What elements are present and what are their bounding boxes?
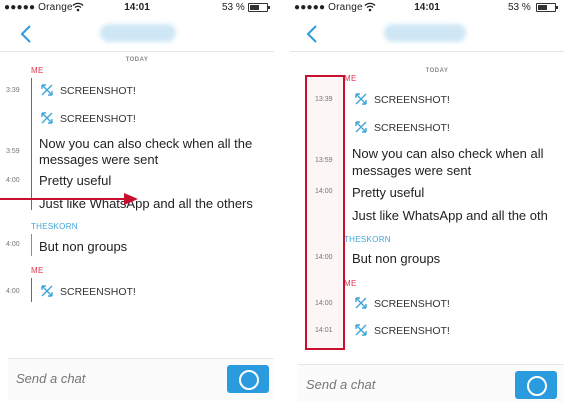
screenshot-icon bbox=[355, 121, 367, 133]
chat-message: Pretty useful bbox=[39, 173, 112, 188]
status-bar: ●●●●● Orange 14:01 53 % bbox=[290, 0, 564, 16]
chat-message: messages were sent bbox=[39, 152, 159, 167]
back-chevron-icon[interactable] bbox=[18, 24, 34, 44]
sender-label-me: ME bbox=[31, 266, 44, 275]
battery-icon bbox=[248, 3, 270, 12]
chat-message: Now you can also check when all the bbox=[39, 136, 253, 151]
contact-name-blurred[interactable] bbox=[100, 24, 176, 42]
message-timestamp: 3:59 bbox=[6, 148, 20, 155]
sender-label-theskorn: THESKORN bbox=[344, 235, 391, 244]
message-timestamp: 4:00 bbox=[6, 241, 20, 248]
message-timestamp: 3:39 bbox=[6, 87, 20, 94]
sender-bar-me bbox=[31, 278, 32, 302]
contact-name-blurred[interactable] bbox=[384, 24, 466, 42]
chat-message: messages were sent bbox=[352, 163, 472, 178]
sender-label-me: ME bbox=[344, 279, 357, 288]
day-divider: TODAY bbox=[425, 68, 449, 74]
camera-button[interactable] bbox=[227, 365, 269, 393]
chat-message: Pretty useful bbox=[352, 185, 425, 200]
chat-message: But non groups bbox=[352, 251, 441, 266]
sender-label-theskorn: THESKORN bbox=[31, 222, 78, 231]
screenshot-notice: SCREENSHOT! bbox=[374, 122, 450, 134]
screenshot-notice: SCREENSHOT! bbox=[60, 85, 136, 97]
chat-message: Now you can also check when all bbox=[352, 146, 544, 161]
screenshot-notice: SCREENSHOT! bbox=[60, 286, 136, 298]
battery-icon bbox=[536, 3, 558, 12]
screenshot-icon bbox=[355, 324, 367, 336]
battery-percentage: 53 % bbox=[222, 2, 245, 13]
sender-label-me: ME bbox=[344, 74, 357, 83]
screenshot-notice: SCREENSHOT! bbox=[374, 298, 450, 310]
screenshot-notice: SCREENSHOT! bbox=[374, 325, 450, 337]
day-divider: TODAY bbox=[125, 57, 149, 63]
annotation-highlight-box bbox=[305, 75, 345, 350]
screenshot-notice: SCREENSHOT! bbox=[60, 113, 136, 125]
chat-header bbox=[290, 16, 564, 52]
chat-message: Just like WhatsApp and all the oth bbox=[352, 208, 548, 223]
screenshot-icon bbox=[41, 285, 53, 297]
compose-bar bbox=[8, 358, 274, 400]
sender-bar-theskorn bbox=[31, 234, 32, 256]
screenshot-notice: SCREENSHOT! bbox=[374, 94, 450, 106]
screenshot-icon bbox=[355, 93, 367, 105]
send-chat-input[interactable] bbox=[306, 377, 466, 392]
message-timestamp: 4:00 bbox=[6, 288, 20, 295]
chat-header bbox=[0, 16, 274, 52]
compose-bar bbox=[298, 364, 564, 402]
chat-message: But non groups bbox=[39, 239, 128, 254]
battery-percentage: 53 % bbox=[508, 2, 531, 13]
sender-bar-me bbox=[31, 78, 32, 210]
annotation-arrow bbox=[0, 193, 138, 205]
message-timestamp: 4:00 bbox=[6, 177, 20, 184]
sender-label-me: ME bbox=[31, 66, 44, 75]
back-chevron-icon[interactable] bbox=[304, 24, 320, 44]
screenshot-icon bbox=[41, 112, 53, 124]
send-chat-input[interactable] bbox=[16, 371, 176, 386]
status-bar: ●●●●● Orange 14:01 53 % bbox=[0, 0, 274, 16]
screenshot-icon bbox=[41, 84, 53, 96]
camera-button[interactable] bbox=[515, 371, 557, 399]
screenshot-icon bbox=[355, 297, 367, 309]
